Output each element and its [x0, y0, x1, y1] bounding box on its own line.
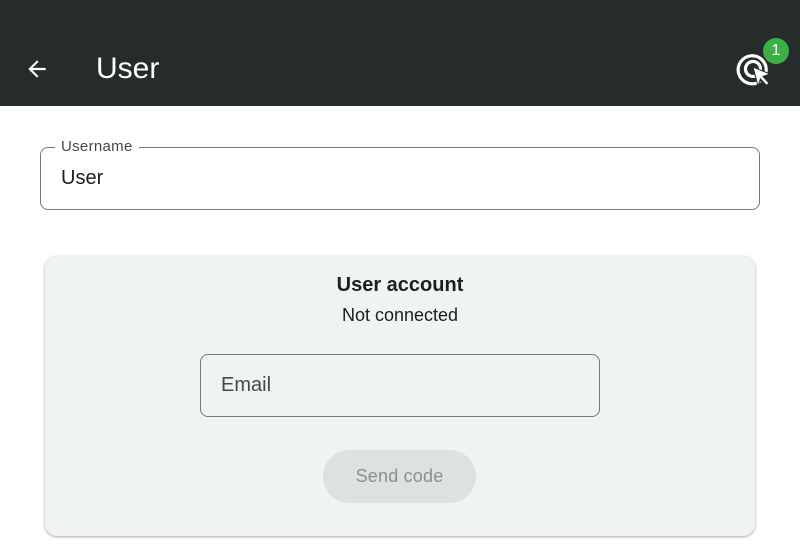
send-code-button[interactable]: Send code: [323, 450, 476, 503]
email-field[interactable]: [200, 354, 600, 417]
username-input[interactable]: [61, 162, 741, 194]
username-label: Username: [55, 138, 139, 156]
notification-badge: 1: [763, 38, 789, 64]
user-account-card: User account Not connected Send code: [45, 256, 755, 536]
connection-status: Not connected: [341, 305, 459, 325]
card-title: User account: [336, 274, 464, 296]
page-title: User: [96, 52, 160, 85]
arrow-left-icon: [28, 60, 46, 78]
back-button[interactable]: [17, 49, 57, 89]
username-field[interactable]: Username: [40, 138, 760, 210]
email-input[interactable]: [221, 369, 581, 401]
app-bar: User 1: [0, 0, 800, 106]
